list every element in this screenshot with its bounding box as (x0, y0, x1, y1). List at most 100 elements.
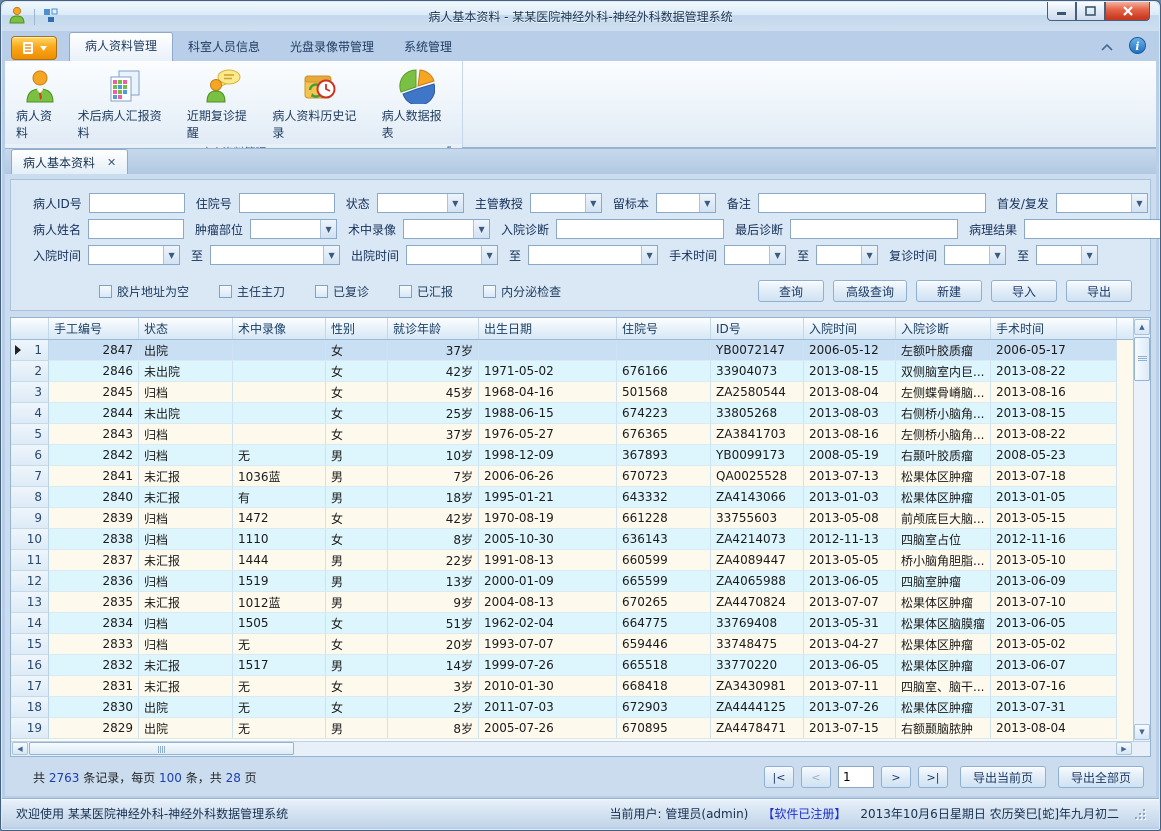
column-header[interactable]: 就诊年龄 (388, 318, 479, 339)
maximize-button[interactable] (1076, 2, 1105, 21)
pathology-result-input[interactable] (1024, 219, 1161, 239)
table-row[interactable]: 32845归档女45岁1968-04-16501568ZA25805442013… (11, 382, 1133, 403)
chevron-down-icon[interactable]: ▼ (1131, 194, 1147, 212)
specimen-kept-combo[interactable]: ▼ (656, 193, 716, 213)
chevron-down-icon[interactable]: ▼ (769, 246, 785, 264)
final-diagnosis-input[interactable] (790, 219, 958, 239)
table-row[interactable]: 192829出院无男8岁2005-07-26670895ZA4478471201… (11, 718, 1133, 739)
column-header[interactable]: 手术时间 (991, 318, 1117, 339)
resize-grip[interactable] (1133, 807, 1145, 819)
reported-checkbox[interactable]: 已汇报 (399, 283, 453, 300)
chevron-down-icon[interactable]: ▼ (473, 220, 489, 238)
checkbox-icon[interactable] (315, 285, 328, 298)
checkbox-icon[interactable] (99, 285, 112, 298)
ribbon-tab[interactable]: 病人资料管理 (69, 32, 173, 61)
table-row[interactable]: 112837未汇报1444男22岁1991-08-13660599ZA40894… (11, 550, 1133, 571)
scroll-left-icon[interactable]: ◀ (12, 742, 28, 755)
surgery-date-from-combo[interactable]: ▼ (724, 245, 786, 265)
patient-name-input[interactable] (88, 219, 184, 239)
table-row[interactable]: 42844未出院女25岁1988-06-15674223338052682013… (11, 403, 1133, 424)
table-row[interactable]: 132835未汇报1012蓝男9岁2004-08-13670265ZA44708… (11, 592, 1133, 613)
ribbon-tab[interactable]: 光盘录像带管理 (275, 33, 389, 61)
minimize-button[interactable] (1047, 2, 1076, 21)
scroll-down-icon[interactable]: ▼ (1134, 724, 1150, 740)
table-row[interactable]: 182830出院无女2岁2011-07-03672903ZA4444125201… (11, 697, 1133, 718)
status-combo[interactable]: ▼ (377, 193, 464, 213)
column-header[interactable]: ID号 (711, 318, 804, 339)
new-button[interactable]: 新建 (916, 280, 982, 302)
surgery-video-combo[interactable]: ▼ (403, 219, 490, 239)
chevron-down-icon[interactable]: ▼ (699, 194, 715, 212)
checkbox-icon[interactable] (483, 285, 496, 298)
next-page-button[interactable]: > (881, 766, 911, 788)
ribbon-button-data-report-pie[interactable]: 病人数据报表 (375, 65, 460, 144)
column-header[interactable]: 入院诊断 (896, 318, 991, 339)
checkbox-icon[interactable] (219, 285, 232, 298)
ribbon-button-history-record[interactable]: 病人资料历史记录 (265, 65, 374, 144)
chevron-down-icon[interactable]: ▼ (163, 246, 179, 264)
vertical-scroll-thumb[interactable] (1134, 337, 1150, 381)
chevron-down-icon[interactable]: ▼ (320, 220, 336, 238)
registration-status-link[interactable]: 【软件已注册】 (762, 805, 846, 822)
chevron-down-icon[interactable]: ▼ (447, 194, 463, 212)
ribbon-button-report-calendar[interactable]: 术后病人汇报资料 (71, 65, 180, 144)
chevron-down-icon[interactable]: ▼ (585, 194, 601, 212)
table-row[interactable]: 52843归档女37岁1976-05-27676365ZA38417032013… (11, 424, 1133, 445)
first-or-relapse-combo[interactable]: ▼ (1056, 193, 1148, 213)
chevron-down-icon[interactable]: ▼ (1081, 246, 1097, 264)
column-header[interactable]: 术中录像 (233, 318, 326, 339)
table-row[interactable]: 22846未出院女42岁1971-05-02676166339040732013… (11, 361, 1133, 382)
export-all-pages-button[interactable]: 导出全部页 (1058, 766, 1144, 788)
application-menu-button[interactable] (11, 36, 57, 60)
column-header[interactable]: 性别 (326, 318, 388, 339)
table-row[interactable]: 102838归档1110女8岁2005-10-30636143ZA4214073… (11, 529, 1133, 550)
table-row[interactable]: 142834归档1505女51岁1962-02-0466477533769408… (11, 613, 1133, 634)
column-header[interactable]: 状态 (139, 318, 233, 339)
close-button[interactable] (1105, 2, 1150, 21)
column-header[interactable]: 住院号 (617, 318, 711, 339)
admission-diagnosis-input[interactable] (556, 219, 724, 239)
horizontal-scroll-thumb[interactable] (29, 742, 294, 755)
query-button[interactable]: 查询 (758, 280, 824, 302)
prev-page-button[interactable]: < (801, 766, 831, 788)
chevron-down-icon[interactable]: ▼ (481, 246, 497, 264)
last-page-button[interactable]: >| (918, 766, 948, 788)
import-button[interactable]: 导入 (991, 280, 1057, 302)
first-page-button[interactable]: |< (764, 766, 794, 788)
table-row[interactable]: 82840未汇报有男18岁1995-01-21643332ZA414306620… (11, 487, 1133, 508)
chevron-down-icon[interactable]: ▼ (861, 246, 877, 264)
collapse-ribbon-icon[interactable] (1101, 40, 1113, 54)
chevron-down-icon[interactable]: ▼ (641, 246, 657, 264)
checkbox-icon[interactable] (399, 285, 412, 298)
layout-grid-icon[interactable] (43, 8, 58, 26)
table-row[interactable]: 162832未汇报1517男14岁1999-07-266655183377022… (11, 655, 1133, 676)
chevron-down-icon[interactable]: ▼ (323, 246, 339, 264)
table-row[interactable]: 92839归档1472女42岁1970-08-19661228337556032… (11, 508, 1133, 529)
film-address-empty-checkbox[interactable]: 胶片地址为空 (99, 283, 189, 300)
document-tab-patient-basic-info[interactable]: 病人基本资料 ✕ (11, 149, 128, 174)
scroll-up-icon[interactable]: ▲ (1134, 319, 1150, 335)
revisit-date-to-combo[interactable]: ▼ (1036, 245, 1098, 265)
page-number-input[interactable] (838, 766, 874, 788)
app-icon[interactable] (8, 6, 26, 27)
horizontal-scrollbar[interactable]: ◀ ▶ (11, 741, 1150, 756)
table-row[interactable]: 152833归档无女20岁1993-07-0765944633748475201… (11, 634, 1133, 655)
ribbon-tab[interactable]: 科室人员信息 (173, 33, 275, 61)
export-button[interactable]: 导出 (1066, 280, 1132, 302)
chevron-down-icon[interactable]: ▼ (989, 246, 1005, 264)
patient-id-input[interactable] (89, 193, 185, 213)
tumor-site-combo[interactable]: ▼ (250, 219, 337, 239)
scroll-right-icon[interactable]: ▶ (1116, 742, 1132, 755)
column-header[interactable]: 手工编号 (49, 318, 139, 339)
ribbon-button-patient[interactable]: 病人资料 (9, 65, 71, 144)
admission-number-input[interactable] (239, 193, 335, 213)
chief-professor-combo[interactable]: ▼ (530, 193, 602, 213)
revisit-date-from-combo[interactable]: ▼ (944, 245, 1006, 265)
column-header[interactable]: 出生日期 (479, 318, 617, 339)
export-current-page-button[interactable]: 导出当前页 (960, 766, 1046, 788)
table-row[interactable]: 72841未汇报1036蓝男7岁2006-06-26670723QA002552… (11, 466, 1133, 487)
column-header[interactable]: 入院时间 (804, 318, 896, 339)
admission-date-to-combo[interactable]: ▼ (210, 245, 340, 265)
admission-date-from-combo[interactable]: ▼ (88, 245, 180, 265)
ribbon-tab[interactable]: 系统管理 (389, 33, 467, 61)
